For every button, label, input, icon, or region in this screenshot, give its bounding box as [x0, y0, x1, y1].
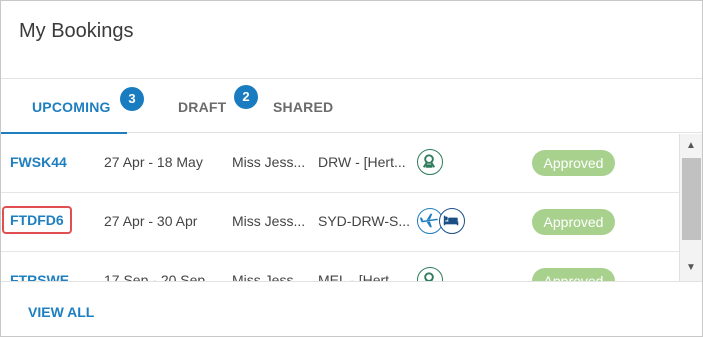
booking-ref-link[interactable]: FTRSWE [10, 272, 69, 281]
booking-traveller: Miss Jess... [232, 272, 306, 281]
panel-header: My Bookings [1, 1, 702, 79]
scroll-thumb[interactable] [682, 158, 701, 240]
tab-draft-label: DRAFT [178, 99, 227, 115]
booking-route: MEL - [Hert... [318, 272, 401, 281]
booking-dates: 27 Apr - 18 May [104, 154, 203, 170]
tab-shared-label: SHARED [273, 99, 334, 115]
view-all-link[interactable]: VIEW ALL [28, 304, 94, 320]
hotel-icon [417, 267, 443, 281]
bookings-panel: My Bookings UPCOMING DRAFT SHARED 3 2 FW… [0, 0, 703, 337]
booking-row[interactable]: FTDFD6 27 Apr - 30 Apr Miss Jess... SYD-… [1, 193, 679, 252]
tab-upcoming[interactable]: UPCOMING [1, 79, 127, 134]
status-badge: Approved [532, 209, 615, 235]
booking-dates: 17 Sep - 20 Sep [104, 272, 206, 281]
booking-row[interactable]: FWSK44 27 Apr - 18 May Miss Jess... DRW … [1, 134, 679, 193]
booking-row[interactable]: FTRSWE 17 Sep - 20 Sep Miss Jess... MEL … [1, 252, 679, 281]
booking-route: DRW - [Hert... [318, 154, 406, 170]
panel-footer: VIEW ALL [1, 281, 702, 336]
booking-traveller: Miss Jess... [232, 154, 306, 170]
bed-icon [439, 208, 465, 234]
status-badge: Approved [532, 268, 615, 281]
draft-count-badge: 2 [234, 85, 258, 109]
booking-route: SYD-DRW-S... [318, 213, 411, 229]
scroll-up-icon[interactable]: ▲ [680, 136, 702, 156]
bookings-tabs: UPCOMING DRAFT SHARED [1, 79, 702, 134]
list-scrollbar[interactable]: ▲ ▼ [679, 134, 702, 281]
tab-upcoming-label: UPCOMING [32, 99, 111, 115]
tab-shared[interactable]: SHARED [273, 79, 337, 133]
upcoming-count-badge: 3 [120, 87, 144, 111]
booking-dates: 27 Apr - 30 Apr [104, 213, 198, 229]
booking-traveller: Miss Jess... [232, 213, 306, 229]
scroll-down-icon[interactable]: ▼ [680, 258, 702, 278]
bookings-list: FWSK44 27 Apr - 18 May Miss Jess... DRW … [1, 134, 679, 281]
booking-ref-link[interactable]: FWSK44 [10, 154, 67, 170]
booking-ref-link[interactable]: FTDFD6 [2, 206, 72, 234]
status-badge: Approved [532, 150, 615, 176]
tab-draft[interactable]: DRAFT [178, 79, 230, 133]
page-title: My Bookings [19, 20, 134, 42]
hotel-icon [417, 149, 443, 175]
